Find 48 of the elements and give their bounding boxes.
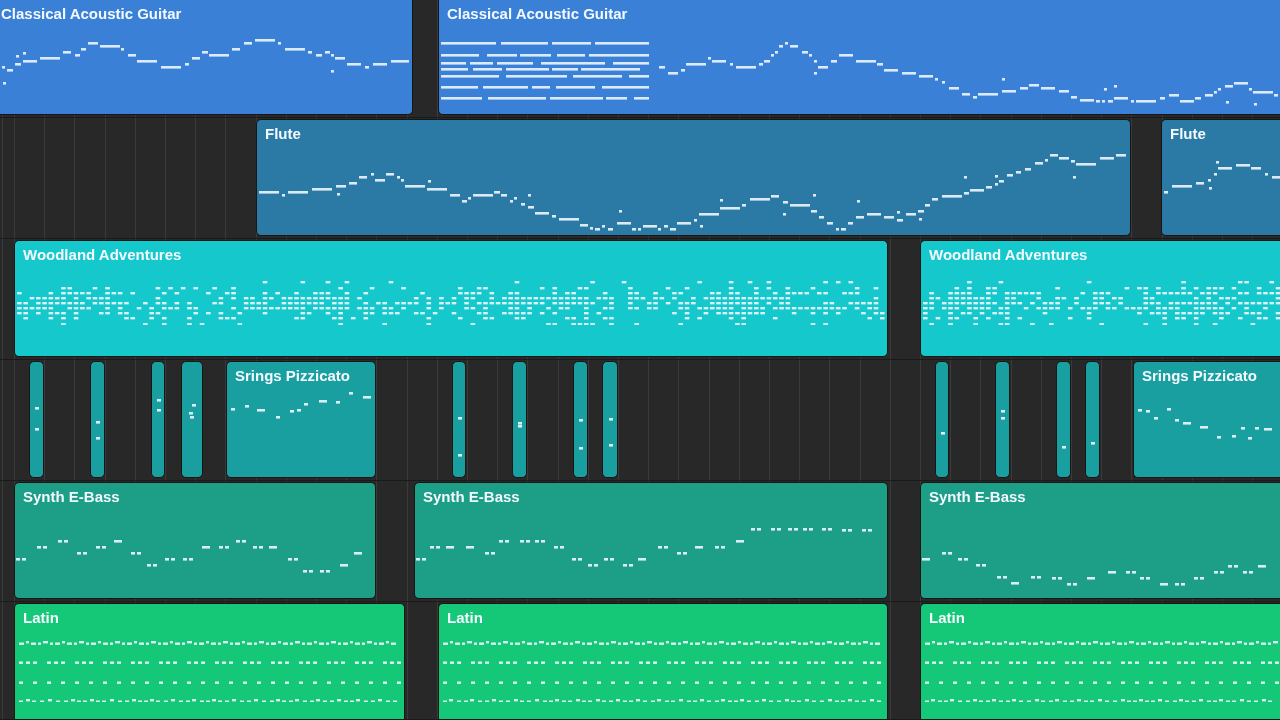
midi-notes-drawing	[941, 432, 945, 435]
midi-region[interactable]	[151, 361, 165, 478]
midi-region[interactable]	[573, 361, 588, 478]
midi-region[interactable]	[90, 361, 105, 478]
midi-region[interactable]: Woodland Adventures	[920, 240, 1280, 357]
midi-notes-drawing	[1062, 446, 1066, 449]
midi-notes-drawing	[96, 421, 100, 440]
midi-region[interactable]: Classical Acoustic Guitar	[438, 0, 1280, 115]
midi-region[interactable]: Srings Pizzicato	[1133, 361, 1280, 478]
midi-region[interactable]	[935, 361, 949, 478]
midi-region[interactable]: Classical Acoustic Guitar	[0, 0, 413, 115]
midi-region[interactable]: Latin	[920, 603, 1280, 719]
region-title: Latin	[929, 609, 965, 627]
region-title: Synth E-Bass	[23, 488, 120, 506]
midi-region[interactable]	[29, 361, 44, 478]
region-title: Synth E-Bass	[423, 488, 520, 506]
region-title: Classical Acoustic Guitar	[447, 5, 628, 23]
midi-region[interactable]: Flute	[1161, 119, 1280, 236]
midi-region[interactable]	[181, 361, 203, 478]
midi-region[interactable]	[995, 361, 1010, 478]
midi-region[interactable]: Synth E-Bass	[920, 482, 1280, 599]
midi-region[interactable]: Synth E-Bass	[14, 482, 376, 599]
midi-notes-drawing	[157, 399, 161, 412]
region-title: Srings Pizzicato	[1142, 367, 1258, 385]
midi-region[interactable]	[1085, 361, 1100, 478]
region-title: Woodland Adventures	[23, 246, 182, 264]
midi-region[interactable]: Latin	[14, 603, 405, 719]
midi-region[interactable]: Woodland Adventures	[14, 240, 888, 357]
midi-notes-drawing	[1091, 442, 1095, 445]
midi-region[interactable]: Latin	[438, 603, 888, 719]
midi-region[interactable]	[602, 361, 618, 478]
region-title: Srings Pizzicato	[235, 367, 351, 385]
region-title: Latin	[23, 609, 59, 627]
region-title: Synth E-Bass	[929, 488, 1026, 506]
region-title: Classical Acoustic Guitar	[1, 5, 182, 23]
midi-region[interactable]: Synth E-Bass	[414, 482, 888, 599]
region-title: Flute	[1170, 125, 1206, 143]
region-title: Woodland Adventures	[929, 246, 1088, 264]
midi-notes-drawing	[189, 404, 196, 419]
midi-region[interactable]	[1056, 361, 1071, 478]
midi-notes-drawing	[518, 422, 522, 428]
region-title: Flute	[265, 125, 301, 143]
midi-region[interactable]	[452, 361, 466, 478]
region-title: Latin	[447, 609, 483, 627]
midi-notes-drawing	[1001, 410, 1005, 420]
midi-region[interactable]: Srings Pizzicato	[226, 361, 376, 478]
midi-region[interactable]: Flute	[256, 119, 1131, 236]
midi-region[interactable]	[512, 361, 527, 478]
